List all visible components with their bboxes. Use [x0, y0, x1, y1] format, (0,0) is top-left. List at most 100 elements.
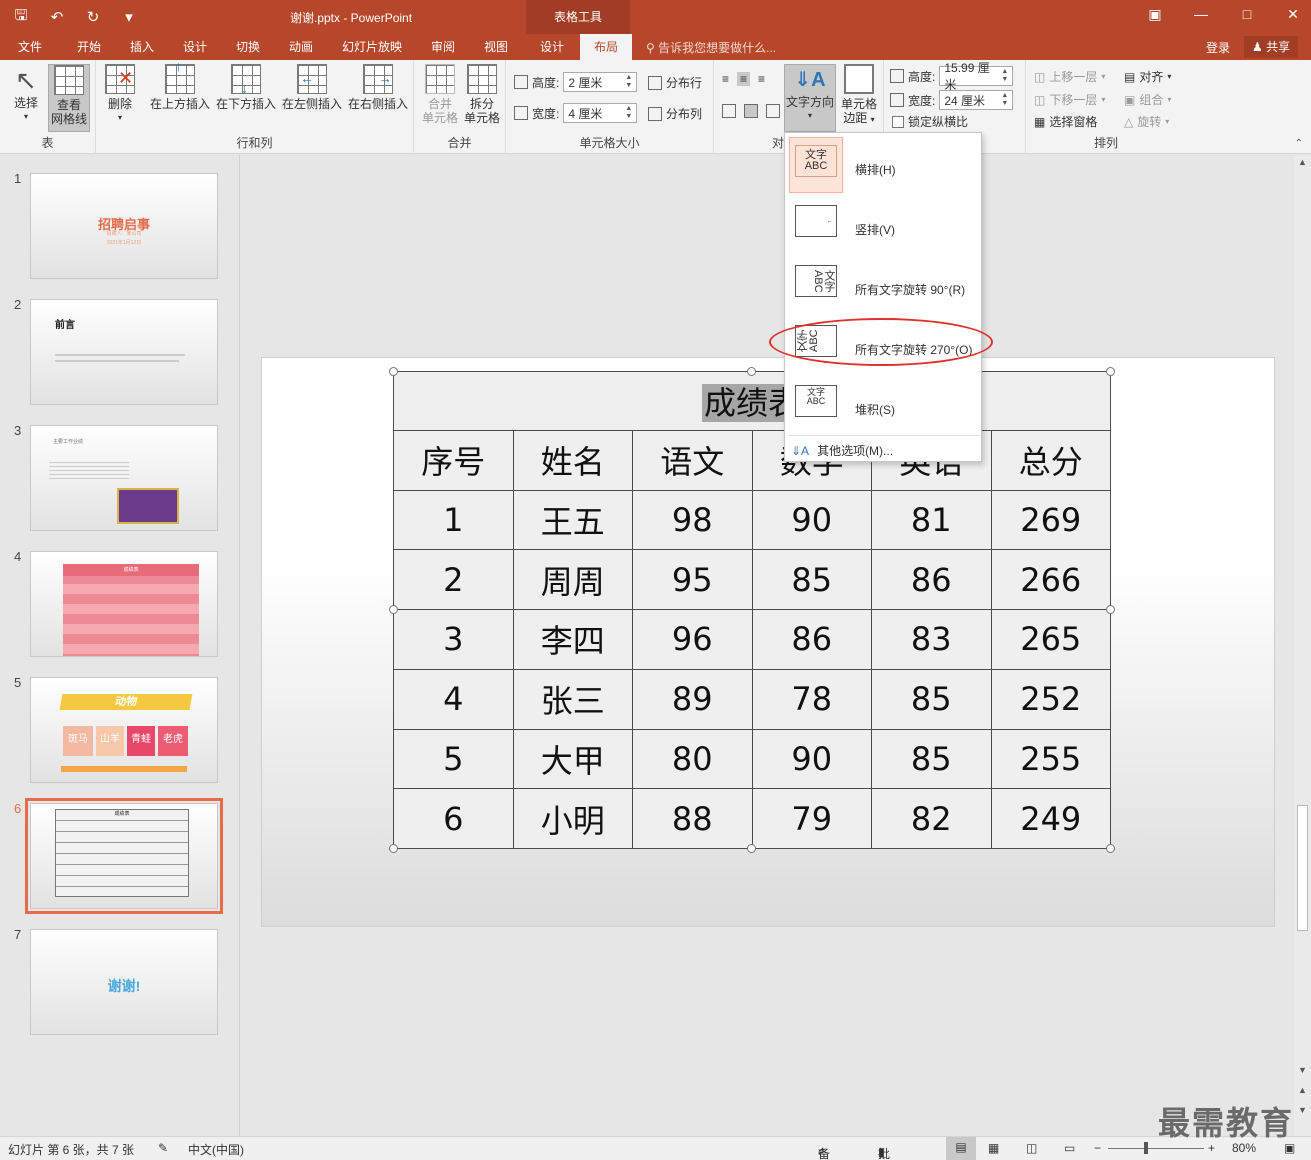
- resize-handle[interactable]: [747, 367, 756, 376]
- slide-sorter-icon[interactable]: ▦: [988, 1141, 999, 1155]
- menu-item-vertical[interactable]: ↓ 竖排(V): [789, 197, 979, 253]
- table-cell[interactable]: 周周: [512, 549, 633, 611]
- spinner-icon[interactable]: ▲ ▼: [625, 74, 632, 90]
- table-cell[interactable]: 265: [990, 609, 1111, 670]
- cell-width-input[interactable]: 4 厘米 ▲ ▼: [563, 103, 638, 123]
- zoom-out-icon[interactable]: −: [1094, 1141, 1101, 1155]
- table-cell[interactable]: 85: [871, 728, 992, 790]
- tab-animations[interactable]: 动画: [289, 38, 313, 55]
- table-cell[interactable]: 李四: [512, 609, 633, 670]
- table-cell[interactable]: 大甲: [512, 728, 633, 790]
- insert-above-button[interactable]: ↑ 在上方插入: [148, 59, 212, 111]
- text-direction-button[interactable]: ⇓A 文字方向 ▾: [784, 64, 836, 132]
- split-cells-button[interactable]: 拆分 单元格: [462, 64, 502, 125]
- header-cell[interactable]: 总分: [990, 430, 1111, 491]
- login-link[interactable]: 登录: [1206, 39, 1230, 56]
- customize-icon[interactable]: ▾: [118, 6, 140, 28]
- align-top-icon[interactable]: [722, 104, 736, 118]
- score-table[interactable]: 成绩表 序号 姓名 语文 数学 英语 总分 1 王五 98 90 81 269 2 周周 95…: [393, 371, 1111, 849]
- table-cell[interactable]: 252: [990, 668, 1111, 730]
- table-cell[interactable]: 78: [751, 668, 872, 730]
- table-height-input[interactable]: 15.99 厘米 ▲ ▼: [939, 61, 1014, 92]
- table-cell[interactable]: 张三: [512, 668, 633, 730]
- slide-thumbnail-7[interactable]: 谢谢!: [30, 929, 218, 1035]
- menu-item-more-options[interactable]: ⇓A 其他选项(M)...: [791, 442, 893, 459]
- table-cell[interactable]: 5: [393, 728, 514, 790]
- table-cell[interactable]: 6: [393, 788, 514, 849]
- spinner-icon[interactable]: ▲ ▼: [625, 105, 632, 121]
- table-cell[interactable]: 269: [990, 489, 1111, 551]
- lock-aspect-checkbox[interactable]: [892, 115, 904, 128]
- table-cell[interactable]: 2: [393, 549, 514, 611]
- view-gridlines-button[interactable]: 查看 网格线: [48, 64, 90, 132]
- tab-table-design[interactable]: 设计: [540, 38, 564, 55]
- table-cell[interactable]: 88: [632, 788, 753, 849]
- table-cell[interactable]: 95: [632, 549, 753, 611]
- select-button[interactable]: ↖ 选择 ▾: [8, 64, 44, 124]
- zoom-slider-thumb[interactable]: [1144, 1142, 1148, 1154]
- table-cell[interactable]: 96: [632, 609, 753, 670]
- table-cell[interactable]: 王五: [512, 489, 633, 551]
- spell-check-icon[interactable]: ✎: [158, 1141, 168, 1155]
- align-bottom-icon[interactable]: [766, 104, 780, 118]
- ribbon-display-icon[interactable]: ▣: [1145, 6, 1165, 23]
- tab-view[interactable]: 视图: [484, 38, 508, 55]
- tab-insert[interactable]: 插入: [130, 38, 154, 55]
- spinner-icon[interactable]: ▲ ▼: [1001, 68, 1008, 84]
- distribute-rows-button[interactable]: 分布行: [648, 74, 702, 91]
- bring-forward-button[interactable]: ◫ 上移一层 ▾: [1034, 68, 1105, 85]
- table-cell[interactable]: 79: [751, 788, 872, 849]
- slide-thumbnail-4[interactable]: 成绩表: [30, 551, 218, 657]
- tab-home[interactable]: 开始: [77, 38, 101, 55]
- vertical-scrollbar[interactable]: ▲ ▼ ▲ ▼: [1294, 155, 1311, 1136]
- resize-handle[interactable]: [389, 605, 398, 614]
- align-middle-icon[interactable]: [744, 104, 758, 118]
- header-cell[interactable]: 序号: [393, 430, 514, 491]
- rotate-button[interactable]: △ 旋转 ▾: [1124, 113, 1169, 130]
- previous-slide-icon[interactable]: ▲: [1294, 1085, 1311, 1095]
- table-cell[interactable]: 86: [871, 549, 992, 611]
- zoom-slider-track[interactable]: [1108, 1148, 1204, 1149]
- collapse-ribbon-icon[interactable]: ⌃: [1295, 138, 1303, 149]
- table-cell[interactable]: 249: [990, 788, 1111, 849]
- tell-me-search[interactable]: ⚲ 告诉我您想要做什么...: [646, 39, 776, 56]
- tab-slideshow[interactable]: 幻灯片放映: [342, 38, 402, 55]
- send-backward-button[interactable]: ◫ 下移一层 ▾: [1034, 91, 1105, 108]
- slide-thumbnail-3[interactable]: 主要工作业绩: [30, 425, 218, 531]
- table-cell[interactable]: 1: [393, 489, 514, 551]
- scroll-up-icon[interactable]: ▲: [1294, 157, 1311, 167]
- insert-right-button[interactable]: → 在右侧插入: [346, 64, 410, 111]
- table-width-input[interactable]: 24 厘米 ▲ ▼: [939, 90, 1014, 110]
- delete-button[interactable]: ✕ 删除 ▾: [102, 64, 138, 125]
- resize-handle[interactable]: [389, 367, 398, 376]
- table-cell[interactable]: 266: [990, 549, 1111, 611]
- share-button[interactable]: ♟ 共享: [1244, 36, 1299, 58]
- slide-thumbnail-5[interactable]: 动物 斑马 山羊 青蛙 老虎: [30, 677, 218, 783]
- table-cell[interactable]: 98: [632, 489, 753, 551]
- selection-pane-button[interactable]: ▦ 选择窗格: [1034, 113, 1097, 130]
- align-center-icon[interactable]: ≡: [737, 72, 751, 86]
- header-cell[interactable]: 姓名: [512, 430, 633, 491]
- minimize-icon[interactable]: —: [1191, 6, 1211, 23]
- scroll-down-icon[interactable]: ▼: [1294, 1065, 1311, 1075]
- normal-view-icon[interactable]: ▤: [946, 1137, 976, 1160]
- menu-item-horizontal[interactable]: 文字 ABC 横排(H): [789, 137, 979, 193]
- resize-handle[interactable]: [1106, 844, 1115, 853]
- redo-icon[interactable]: ↻: [82, 6, 104, 28]
- table-cell[interactable]: 90: [751, 489, 872, 551]
- tab-design[interactable]: 设计: [183, 38, 207, 55]
- insert-left-button[interactable]: ← 在左侧插入: [280, 64, 344, 111]
- resize-handle[interactable]: [1106, 367, 1115, 376]
- save-icon[interactable]: 🖫: [10, 6, 32, 28]
- next-slide-icon[interactable]: ▼: [1294, 1105, 1311, 1115]
- table-cell[interactable]: 4: [393, 668, 514, 730]
- resize-handle[interactable]: [389, 844, 398, 853]
- align-left-icon[interactable]: ≡: [722, 72, 729, 86]
- table-cell[interactable]: 90: [751, 728, 872, 790]
- table-cell[interactable]: 小明: [512, 788, 633, 849]
- scrollbar-thumb[interactable]: [1297, 805, 1308, 931]
- reading-view-icon[interactable]: ◫: [1026, 1141, 1037, 1155]
- table-cell[interactable]: 85: [751, 549, 872, 611]
- header-cell[interactable]: 语文: [632, 430, 753, 491]
- tab-transitions[interactable]: 切换: [236, 38, 260, 55]
